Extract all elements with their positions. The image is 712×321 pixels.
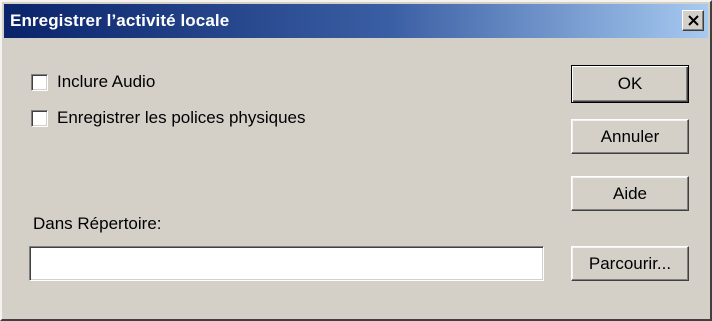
record-local-activity-dialog: Enregistrer l’activité locale Inclure Au… [0, 0, 712, 321]
dialog-title: Enregistrer l’activité locale [10, 11, 230, 30]
record-fonts-label: Enregistrer les polices physiques [57, 108, 306, 127]
record-fonts-checkbox[interactable] [31, 109, 48, 127]
browse-button[interactable]: Parcourir... [571, 246, 689, 281]
record-fonts-option[interactable]: Enregistrer les polices physiques [31, 107, 306, 129]
include-audio-label: Inclure Audio [57, 72, 156, 91]
close-icon [688, 15, 699, 26]
help-button[interactable]: Aide [571, 176, 689, 211]
close-button[interactable] [682, 10, 704, 31]
include-audio-checkbox[interactable] [31, 73, 48, 91]
directory-input[interactable] [29, 246, 544, 281]
title-bar[interactable]: Enregistrer l’activité locale [4, 4, 708, 38]
directory-label: Dans Répertoire: [33, 214, 162, 233]
ok-button[interactable]: OK [571, 65, 689, 103]
include-audio-option[interactable]: Inclure Audio [31, 71, 155, 93]
cancel-button[interactable]: Annuler [571, 119, 689, 154]
